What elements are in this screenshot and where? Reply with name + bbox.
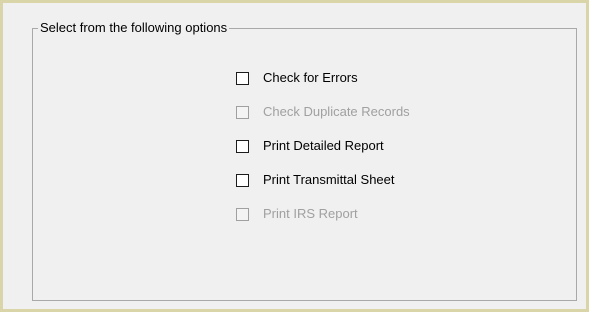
print-transmittal-sheet-checkbox[interactable]: [236, 173, 249, 187]
dialog-panel: Select from the following options Check …: [0, 0, 589, 312]
option-label: Check Duplicate Records: [263, 104, 410, 119]
option-print-detailed-report[interactable]: Print Detailed Report: [236, 134, 410, 158]
option-print-transmittal-sheet[interactable]: Print Transmittal Sheet: [236, 168, 410, 192]
option-print-irs-report: Print IRS Report: [236, 202, 410, 226]
option-label: Print Detailed Report: [263, 138, 384, 153]
option-check-for-errors[interactable]: Check for Errors: [236, 66, 410, 90]
option-label: Print Transmittal Sheet: [263, 172, 395, 187]
options-list: Check for Errors Check Duplicate Records…: [236, 66, 410, 236]
groupbox-title: Select from the following options: [38, 20, 230, 36]
check-duplicate-records-checkbox: [236, 105, 249, 119]
option-check-duplicate-records: Check Duplicate Records: [236, 100, 410, 124]
print-detailed-report-checkbox[interactable]: [236, 139, 249, 153]
option-label: Check for Errors: [263, 70, 358, 85]
print-irs-report-checkbox: [236, 207, 249, 221]
option-label: Print IRS Report: [263, 206, 358, 221]
check-for-errors-checkbox[interactable]: [236, 71, 249, 85]
